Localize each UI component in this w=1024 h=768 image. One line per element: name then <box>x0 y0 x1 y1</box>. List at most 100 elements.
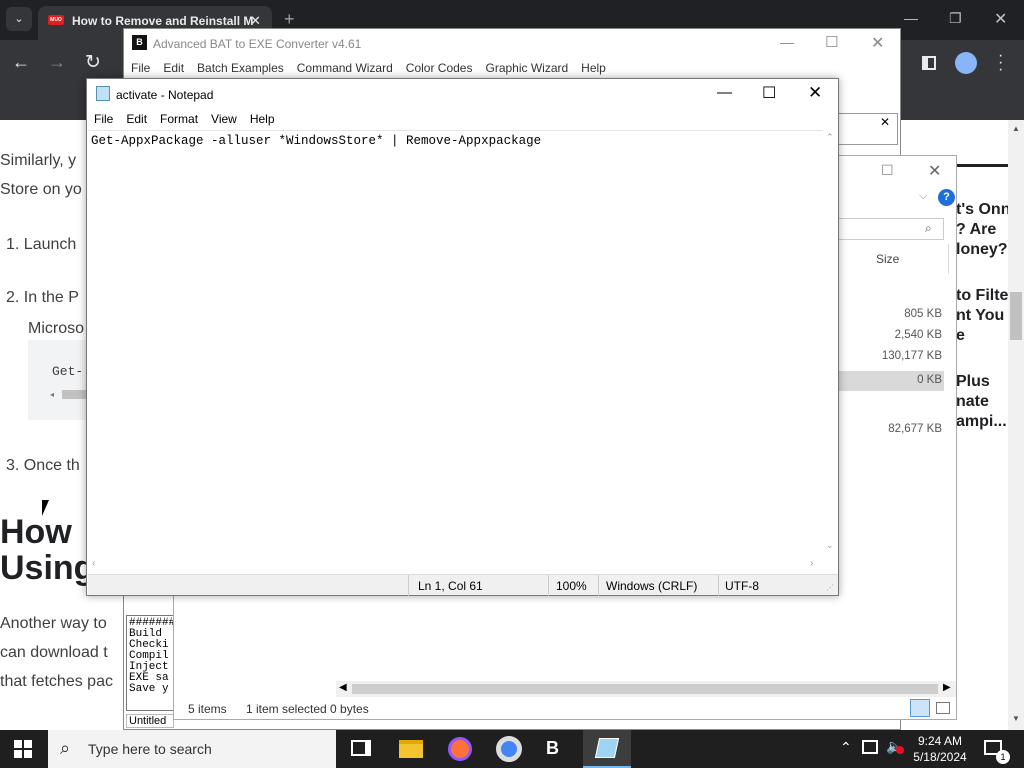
bat-converter-taskbar-icon[interactable]: B <box>546 738 568 760</box>
tray-overflow-chevron-icon[interactable]: ⌃ <box>840 739 852 756</box>
file-row[interactable]: 805 KB <box>838 308 944 329</box>
page-scrollbar-thumb[interactable] <box>1010 292 1022 340</box>
hscroll-right-icon[interactable]: ▶ <box>943 682 951 693</box>
windows-logo-icon <box>14 740 22 748</box>
file-row-selected[interactable]: 0 KB <box>838 371 944 391</box>
notepad-menu-file[interactable]: File <box>94 112 113 126</box>
windows-logo-pane <box>24 750 32 758</box>
page-scrollbar-track[interactable]: ▲ ▼ <box>1008 120 1024 730</box>
chrome-taskbar-icon[interactable] <box>496 736 522 762</box>
explorer-search-box[interactable]: ⌕ <box>838 218 944 240</box>
tab-close-icon[interactable]: ✕ <box>250 13 261 29</box>
resize-grip-icon[interactable]: ⋰ <box>826 583 834 592</box>
bat-menu-graphic-wizard[interactable]: Graphic Wizard <box>485 61 568 75</box>
mouse-cursor-icon <box>42 500 49 516</box>
bat-minimize-icon[interactable]: — <box>780 34 794 50</box>
sidebar-link-1[interactable]: t's Onn? Are loney? <box>956 200 1010 260</box>
status-line-ending: Windows (CRLF) <box>606 579 698 593</box>
bat-converter-app-icon: B <box>132 35 147 50</box>
column-header-size[interactable]: Size <box>876 252 899 266</box>
taskbar-search-box[interactable]: ⌕ Type here to search <box>48 730 336 768</box>
tab-list-dropdown-button[interactable]: ⌄ <box>6 7 32 31</box>
sidepanel-icon[interactable] <box>922 56 936 70</box>
file-row[interactable]: 130,177 KB <box>838 350 944 371</box>
explorer-status-selected: 1 item selected 0 bytes <box>246 702 369 716</box>
ribbon-expand-icon[interactable]: ⌵ <box>919 190 927 203</box>
new-tab-button[interactable]: + <box>284 9 295 30</box>
scroll-up-icon[interactable]: ▲ <box>1012 124 1020 133</box>
network-icon[interactable] <box>862 740 878 754</box>
taskbar-search-placeholder: Type here to search <box>88 741 212 757</box>
notepad-content: Get-AppxPackage -alluser *WindowsStore* … <box>91 134 542 148</box>
bat-menu-help[interactable]: Help <box>581 61 606 75</box>
bat-menu-command-wizard[interactable]: Command Wizard <box>297 61 393 75</box>
browser-restore-icon[interactable]: ❐ <box>949 10 962 27</box>
notepad-menu-help[interactable]: Help <box>250 112 275 126</box>
bat-converter-title: Advanced BAT to EXE Converter v4.61 <box>153 37 362 51</box>
scroll-down-icon[interactable]: ▼ <box>1012 714 1020 723</box>
taskbar-clock[interactable]: 9:24 AM 5/18/2024 <box>908 733 972 765</box>
vscroll-up-icon[interactable]: ⌃ <box>826 132 834 143</box>
help-icon[interactable]: ? <box>938 189 955 206</box>
hscroll-left-icon[interactable]: ‹ <box>92 558 95 569</box>
code-text: Get- <box>52 364 84 379</box>
file-explorer-taskbar-icon[interactable] <box>399 740 423 758</box>
notepad-taskbar-icon <box>594 738 620 758</box>
hscroll-left-icon[interactable]: ◀ <box>339 682 347 693</box>
notepad-title: activate - Notepad <box>116 88 214 102</box>
search-icon: ⌕ <box>60 738 71 758</box>
browser-menu-icon[interactable]: · · · <box>998 48 1003 78</box>
file-row[interactable]: 82,677 KB <box>838 423 944 444</box>
file-row[interactable] <box>838 391 944 423</box>
bat-menu-color-codes[interactable]: Color Codes <box>406 61 473 75</box>
notepad-window[interactable]: activate - Notepad — ☐ ✕ File Edit Format V… <box>86 78 839 596</box>
vscroll-down-icon[interactable]: ⌄ <box>826 540 834 551</box>
notepad-taskbar-button-active[interactable] <box>583 730 631 768</box>
notepad-titlebar[interactable]: activate - Notepad — ☐ ✕ <box>87 79 838 109</box>
status-divider <box>598 575 599 596</box>
article-step-2: 2. In the P Microso <box>6 289 85 337</box>
explorer-close-icon[interactable]: ✕ <box>928 161 941 181</box>
notepad-menu-format[interactable]: Format <box>160 112 198 126</box>
hscroll-thumb[interactable] <box>352 684 938 694</box>
bat-menu-file[interactable]: File <box>131 61 150 75</box>
explorer-status-items: 5 items <box>188 702 227 716</box>
notepad-text-area[interactable]: Get-AppxPackage -alluser *WindowsStore* … <box>88 130 823 557</box>
windows-logo-pane <box>24 740 32 748</box>
bat-menu-batch-examples[interactable]: Batch Examples <box>197 61 284 75</box>
firefox-taskbar-icon[interactable] <box>448 737 472 761</box>
file-row[interactable]: 2,540 KB <box>838 329 944 350</box>
explorer-maximize-icon[interactable]: ☐ <box>881 162 894 179</box>
muo-favicon-icon: MUO <box>48 15 64 25</box>
large-icons-view-icon[interactable] <box>936 702 950 714</box>
notepad-vscrollbar[interactable]: ⌃ ⌄ <box>823 130 838 557</box>
code-scroll-left-icon[interactable]: ◂ <box>50 390 54 399</box>
code-block: Get- ◂ <box>28 340 90 420</box>
back-icon[interactable]: ← <box>12 52 30 73</box>
notepad-hscrollbar[interactable]: ‹ › <box>88 557 823 573</box>
article-step-3: 3. Once th <box>6 457 80 474</box>
notepad-menu-edit[interactable]: Edit <box>126 112 147 126</box>
notepad-app-icon <box>96 86 110 101</box>
bat-converter-titlebar[interactable]: B Advanced BAT to EXE Converter v4.61 — … <box>124 29 900 57</box>
bat-close-icon[interactable]: ✕ <box>871 33 884 53</box>
hscroll-right-icon[interactable]: › <box>810 558 813 569</box>
start-button[interactable] <box>14 740 32 758</box>
search-icon: ⌕ <box>925 221 932 235</box>
notepad-menu-view[interactable]: View <box>211 112 237 126</box>
sidebar-link-2[interactable]: to Filte nt You e <box>956 286 1008 346</box>
profile-avatar-icon[interactable] <box>955 52 977 74</box>
task-view-icon[interactable] <box>351 740 371 756</box>
notepad-close-icon[interactable]: ✕ <box>808 83 822 103</box>
forward-icon[interactable]: → <box>48 52 66 73</box>
explorer-hscrollbar[interactable]: ◀ ▶ <box>336 681 956 697</box>
bat-maximize-icon[interactable]: ☐ <box>825 33 838 51</box>
notepad-maximize-icon[interactable]: ☐ <box>762 83 776 103</box>
browser-close-icon[interactable]: ✕ <box>994 9 1007 29</box>
browser-minimize-icon[interactable]: — <box>904 10 918 26</box>
details-view-icon[interactable] <box>910 699 930 717</box>
notepad-minimize-icon[interactable]: — <box>717 84 732 101</box>
bat-menu-edit[interactable]: Edit <box>163 61 184 75</box>
sidebar-link-3[interactable]: Plus nate ampi... <box>956 372 1007 432</box>
reload-icon[interactable]: ↻ <box>85 51 101 74</box>
